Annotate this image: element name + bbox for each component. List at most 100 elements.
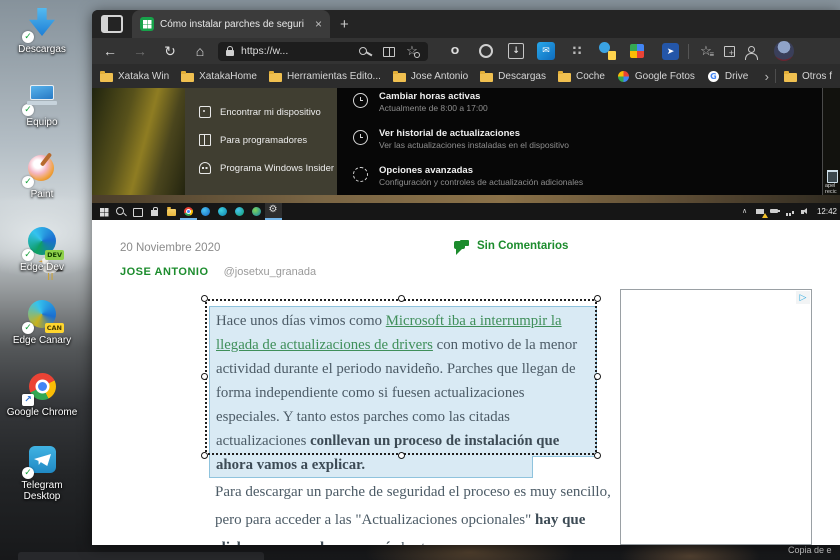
recycle-bin-icon	[827, 170, 838, 183]
screenshot-desktop-right: apel recic	[822, 88, 840, 195]
selection-handle[interactable]	[398, 295, 405, 302]
selection-handle[interactable]	[398, 452, 405, 459]
bookmark-folder-icon	[617, 70, 630, 82]
author-link[interactable]: JOSE ANTONIO	[120, 266, 209, 278]
update-option-title: Cambiar horas activas	[379, 91, 481, 102]
extension-icon[interactable]: ∷	[568, 42, 586, 60]
bookmark-item[interactable]: Xataka Win	[100, 70, 169, 82]
share-person-icon[interactable]	[742, 43, 758, 60]
extension-icon[interactable]: O	[446, 42, 464, 60]
sync-check-icon	[22, 248, 34, 261]
update-option-item: Cambiar horas activas Actualmente de 8:0…	[353, 91, 822, 128]
update-option-item: Ver historial de actualizaciones Ver las…	[353, 128, 822, 165]
profile-avatar[interactable]	[774, 41, 794, 61]
update-option-subtitle: Ver las actualizaciones instaladas en el…	[379, 140, 569, 150]
desktop-icon-label: Edge Dev	[20, 261, 64, 273]
browser-toolbar: ← → ↻ ⌂ https://w... O ↓ ✉ ∷	[92, 38, 840, 64]
bookmark-folder-icon	[707, 70, 720, 82]
extension-icon[interactable]	[477, 42, 495, 60]
tray-icon	[800, 206, 812, 218]
bookmark-item[interactable]: Descargas	[480, 70, 546, 82]
desktop-icon[interactable]: Paint	[1, 151, 83, 200]
bookmark-folder-icon	[480, 70, 494, 82]
browser-window: Cómo instalar parches de seguri × + ← → …	[92, 10, 840, 545]
site-favicon	[140, 17, 154, 31]
update-option-subtitle: Configuración y controles de actualizaci…	[379, 177, 584, 187]
desktop-icons: Descargas Equipo Paint DEV Edge Dev	[0, 6, 84, 502]
browser-titlebar: Cómo instalar parches de seguri × +	[92, 10, 840, 38]
bookmarks-separator	[774, 69, 776, 83]
url-text: https://w...	[241, 45, 289, 57]
bookmark-item[interactable]: Drive	[707, 70, 748, 82]
desktop-icon-label: Telegram Desktop	[21, 479, 63, 502]
desktop-icon[interactable]: Telegram Desktop	[1, 442, 83, 502]
home-button[interactable]: ⌂	[188, 40, 212, 62]
desktop-icon-image: DEV	[22, 224, 64, 261]
desktop-icon-image: CAN	[22, 297, 64, 334]
screenshot-taskbar-icon	[129, 203, 146, 220]
favorites-menu-icon[interactable]	[698, 43, 714, 59]
update-option-icon	[353, 130, 368, 145]
selection-handle[interactable]	[201, 373, 208, 380]
back-button[interactable]: ←	[98, 40, 122, 62]
settings-nav-item: Para programadores	[185, 126, 337, 154]
bookmark-item[interactable]: Coche	[557, 70, 605, 82]
screenshot-taskbar-icon	[163, 203, 180, 220]
sync-check-icon	[22, 394, 34, 407]
selection-handle[interactable]	[594, 295, 601, 302]
bookmark-label: Jose Antonio	[410, 70, 469, 82]
article-screenshot-image: Encontrar mi dispositivo Para programado…	[92, 88, 840, 220]
screenshot-taskbar-icon	[231, 203, 248, 220]
update-option-subtitle: Actualmente de 8:00 a 17:00	[379, 103, 488, 113]
read-aloud-icon[interactable]	[381, 43, 397, 59]
desktop-watermark: Copia de e	[788, 545, 832, 555]
selection-handle[interactable]	[201, 295, 208, 302]
desktop-icon[interactable]: Equipo	[1, 79, 83, 128]
comments-link[interactable]: Sin Comentarios	[454, 239, 568, 255]
selection-handle[interactable]	[201, 452, 208, 459]
address-bar[interactable]: https://w...	[218, 41, 428, 61]
extension-icons: O ↓ ✉ ∷	[446, 42, 644, 60]
password-key-icon[interactable]	[358, 43, 374, 59]
bookmarks-overflow-chevron[interactable]: ›	[765, 69, 769, 84]
extension-icon[interactable]	[630, 44, 644, 58]
author-handle-link[interactable]: @josetxu_granada	[224, 266, 317, 278]
selection-overlay: Hace unos días vimos como Microsoft iba …	[201, 295, 601, 478]
update-option-title: Ver historial de actualizaciones	[379, 128, 520, 139]
desktop-icon-label: Google Chrome	[6, 407, 78, 419]
desktop-icon[interactable]: CAN Edge Canary	[1, 297, 83, 346]
favorite-star-icon[interactable]	[404, 43, 420, 59]
lock-icon	[226, 45, 234, 56]
selection-handle[interactable]	[594, 373, 601, 380]
send-tab-icon[interactable]: ➤	[662, 42, 679, 60]
bookmarks-row: Xataka Win XatakaHome Herramientas Edito…	[100, 70, 748, 82]
extension-icon[interactable]: ↓	[508, 43, 524, 59]
tab-actions-button[interactable]	[101, 15, 123, 33]
desktop-icon[interactable]: Descargas	[1, 6, 83, 55]
settings-nav-icon	[199, 162, 211, 174]
desktop-icon-label: Paint	[30, 189, 54, 201]
extension-icon[interactable]: ✉	[537, 42, 555, 60]
forward-button[interactable]: →	[128, 40, 152, 62]
bookmark-other-favorites[interactable]: Otros f	[783, 70, 832, 82]
collections-icon[interactable]	[720, 43, 736, 59]
update-option-title: Opciones avanzadas	[379, 165, 473, 176]
selection-handle[interactable]	[594, 452, 601, 459]
desktop-icon[interactable]: Google Chrome	[1, 369, 83, 418]
bookmark-item[interactable]: Google Fotos	[617, 70, 695, 82]
tray-icon	[740, 206, 752, 218]
new-tab-button[interactable]: +	[340, 17, 349, 32]
extension-icon[interactable]	[599, 42, 617, 60]
tab-close-icon[interactable]: ×	[315, 17, 322, 31]
bookmark-item[interactable]: Jose Antonio	[392, 70, 469, 82]
article-date: 20 Noviembre 2020	[120, 242, 221, 254]
bookmark-item[interactable]: Herramientas Edito...	[268, 70, 381, 82]
adchoices-icon[interactable]: ▷	[796, 291, 810, 304]
desktop-icon-image	[22, 369, 59, 407]
desktop-icon[interactable]: DEV Edge Dev	[1, 224, 83, 273]
browser-tab[interactable]: Cómo instalar parches de seguri ×	[132, 10, 330, 38]
refresh-button[interactable]: ↻	[158, 40, 182, 62]
settings-nav-label: Programa Windows Insider	[220, 162, 335, 174]
bookmark-item[interactable]: XatakaHome	[181, 70, 257, 82]
desktop-icon-label: Equipo	[26, 116, 58, 128]
